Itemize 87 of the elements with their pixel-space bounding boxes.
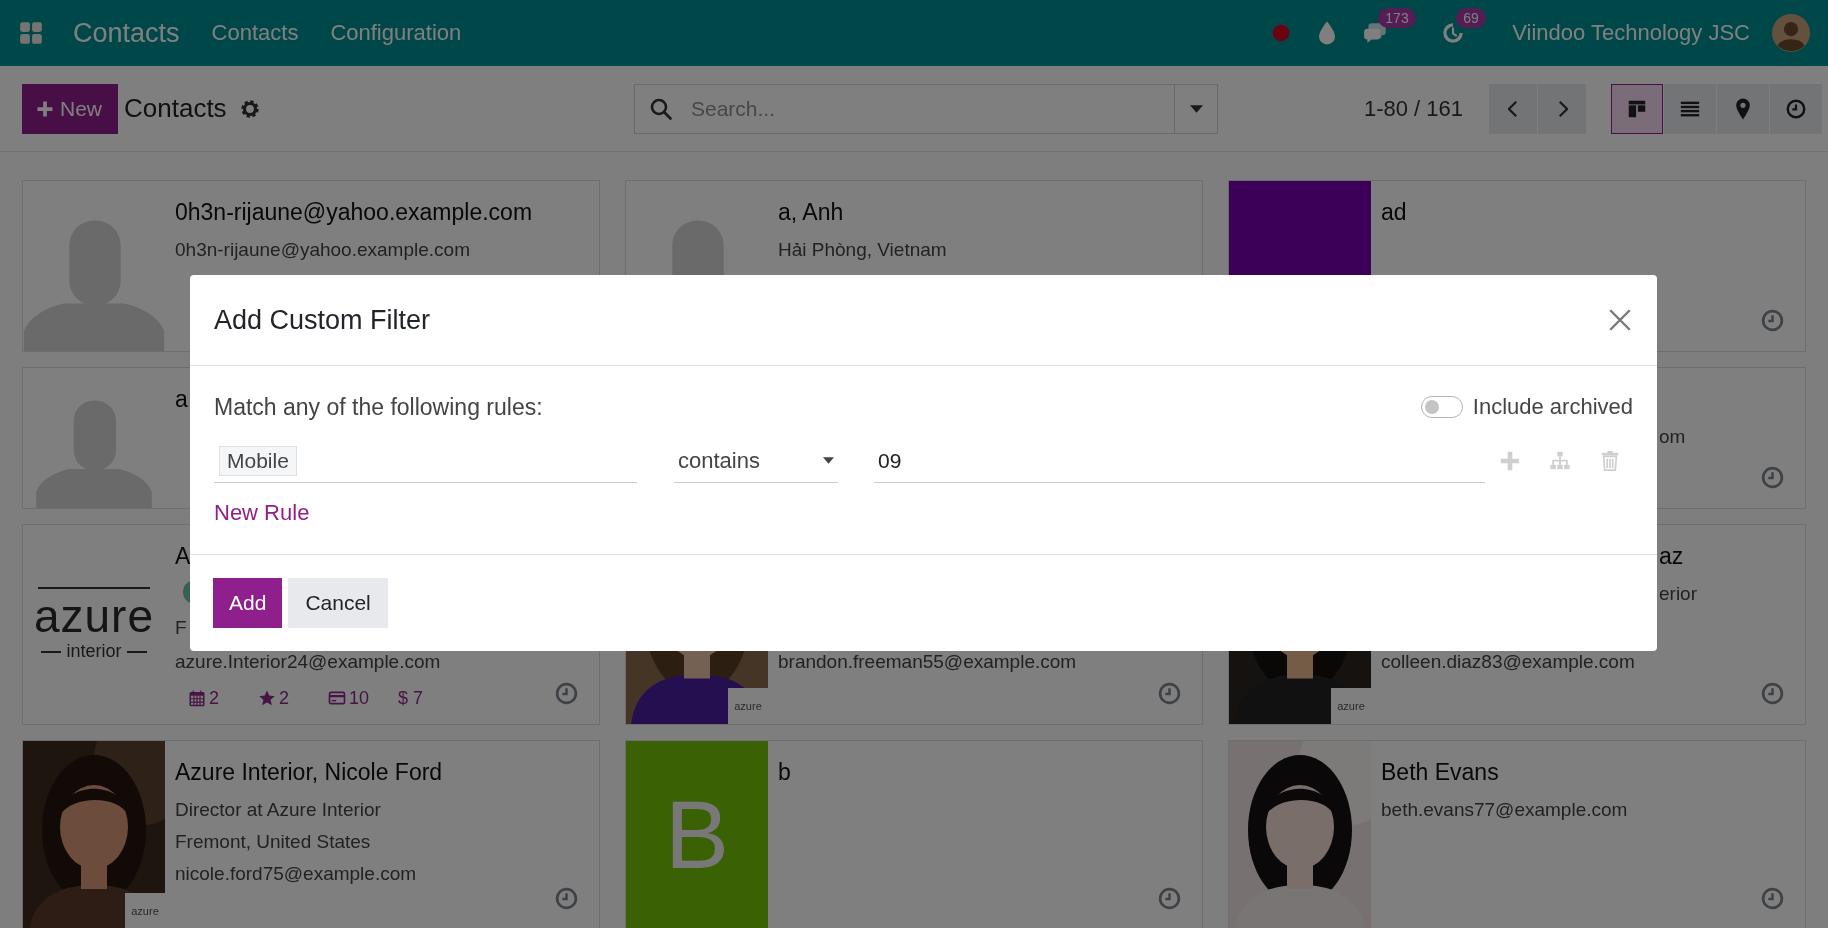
contact-name: b	[778, 758, 791, 787]
stat-value: $ 7	[398, 687, 424, 709]
cancel-button[interactable]: Cancel	[288, 578, 388, 628]
delete-icon[interactable]	[1599, 450, 1621, 472]
caret-icon	[1189, 104, 1203, 113]
avatar-letter: B	[665, 787, 729, 883]
contact-name: A	[175, 542, 191, 571]
close-icon[interactable]	[1607, 307, 1633, 333]
contact-card[interactable]: azure Azure Interior, Nicole Ford Director at Azure Interior Fremont, United States nicole.ford75@example.com	[22, 740, 600, 928]
menu-item[interactable]: Contacts	[211, 20, 299, 46]
activity-clock-icon[interactable]	[554, 886, 579, 911]
dialog-title: Add Custom Filter	[214, 304, 431, 336]
pager-value: 1-80 / 161	[1363, 95, 1463, 122]
stat-counter[interactable]: 2	[188, 687, 230, 709]
contact-detail: Fremont, United States	[175, 830, 371, 854]
counter-badge: 69	[1456, 8, 1486, 28]
stat-counter[interactable]: $ 7	[398, 687, 440, 709]
star-icon	[258, 689, 276, 707]
add-rule-icon[interactable]	[1499, 450, 1521, 472]
chevron-left-icon	[1507, 99, 1519, 118]
company-logo: azure	[728, 688, 768, 724]
rules-intro: Match any of the following rules:	[214, 393, 543, 421]
new-rule-link[interactable]: New Rule	[214, 502, 310, 524]
contact-name: 0h3n-rijaune@yahoo.example.com	[175, 198, 533, 227]
operator-select[interactable]: contains	[674, 439, 838, 483]
activity-clock-icon[interactable]	[1760, 308, 1785, 333]
contact-card[interactable]: Beth Evans beth.evans77@example.com	[1228, 740, 1806, 928]
activity-clock-icon[interactable]	[1760, 681, 1785, 706]
contact-name: Beth Evans	[1381, 758, 1499, 787]
clock-icon	[1785, 97, 1807, 120]
stat-value: 2	[279, 687, 289, 709]
contact-name: ad	[1381, 198, 1407, 227]
stat-counter[interactable]: 10	[328, 687, 370, 709]
contact-detail: om	[1659, 425, 1686, 449]
contact-detail: F	[175, 616, 187, 640]
contact-name: a, Anh	[778, 198, 844, 227]
branch-icon[interactable]	[1549, 450, 1571, 472]
contact-detail: erior	[1659, 582, 1697, 606]
contact-card[interactable]: B b	[625, 740, 1203, 928]
kanban-view-button[interactable]	[1611, 83, 1663, 134]
activity-clock-icon[interactable]	[1157, 681, 1182, 706]
menu-item[interactable]: Configuration	[330, 20, 462, 46]
company-name[interactable]: Viindoo Technology JSC	[1512, 20, 1750, 46]
contact-detail: beth.evans77@example.com	[1381, 798, 1628, 822]
list-view-button[interactable]	[1664, 83, 1716, 134]
credit-card-icon	[328, 689, 346, 707]
company-logo: azure	[125, 893, 165, 928]
search-input[interactable]: Search...	[689, 95, 1174, 122]
page-title: Contacts	[124, 93, 227, 124]
caret-icon	[823, 457, 834, 464]
settings-icon[interactable]	[238, 97, 261, 120]
contact-name: a	[175, 385, 188, 414]
previous-button[interactable]	[1489, 83, 1537, 134]
activity-view-button[interactable]	[1770, 83, 1822, 134]
logo-word: azure	[33, 591, 155, 641]
contact-name: Azure Interior, Nicole Ford	[175, 758, 443, 787]
activity-clock-icon[interactable]	[1760, 465, 1785, 490]
activity-clock-icon[interactable]	[1760, 886, 1785, 911]
contact-detail: colleen.diaz83@example.com	[1381, 650, 1635, 674]
field-selector[interactable]: Mobile	[219, 445, 297, 476]
map-view-button[interactable]	[1717, 83, 1769, 134]
apps-menu-icon[interactable]	[18, 20, 44, 46]
calendar-icon	[188, 689, 206, 707]
toggle-label[interactable]: Include archived	[1472, 394, 1633, 420]
contact-detail: brandon.freeman55@example.com	[778, 650, 1077, 674]
logo-subword: interior	[66, 641, 122, 662]
stat-value: 2	[209, 687, 219, 709]
search-field[interactable]: Search...	[634, 83, 1218, 134]
contact-detail: Hải Phòng, Vietnam	[778, 238, 947, 262]
counter-badge: 173	[1378, 8, 1416, 28]
contact-detail: Director at Azure Interior	[175, 798, 381, 822]
stat-counter[interactable]: 2	[258, 687, 300, 709]
stat-value: 10	[349, 687, 370, 709]
activity-clock-icon[interactable]	[1157, 886, 1182, 911]
app-name[interactable]: Contacts	[73, 17, 180, 49]
activity-clock-icon[interactable]	[554, 681, 579, 706]
user-avatar[interactable]	[1772, 14, 1810, 52]
company-logo: azure	[1331, 688, 1371, 724]
contact-detail: 0h3n-rijaune@yahoo.example.com	[175, 238, 470, 262]
contact-name: az	[1659, 542, 1684, 571]
chevron-right-icon	[1556, 99, 1568, 118]
contact-detail: azure.Interior24@example.com	[175, 650, 441, 674]
add-button[interactable]: Add	[213, 578, 283, 628]
new-button[interactable]: New	[22, 83, 118, 134]
search-icon	[649, 96, 673, 121]
contact-detail: nicole.ford75@example.com	[175, 862, 417, 886]
plus-icon	[36, 99, 54, 118]
